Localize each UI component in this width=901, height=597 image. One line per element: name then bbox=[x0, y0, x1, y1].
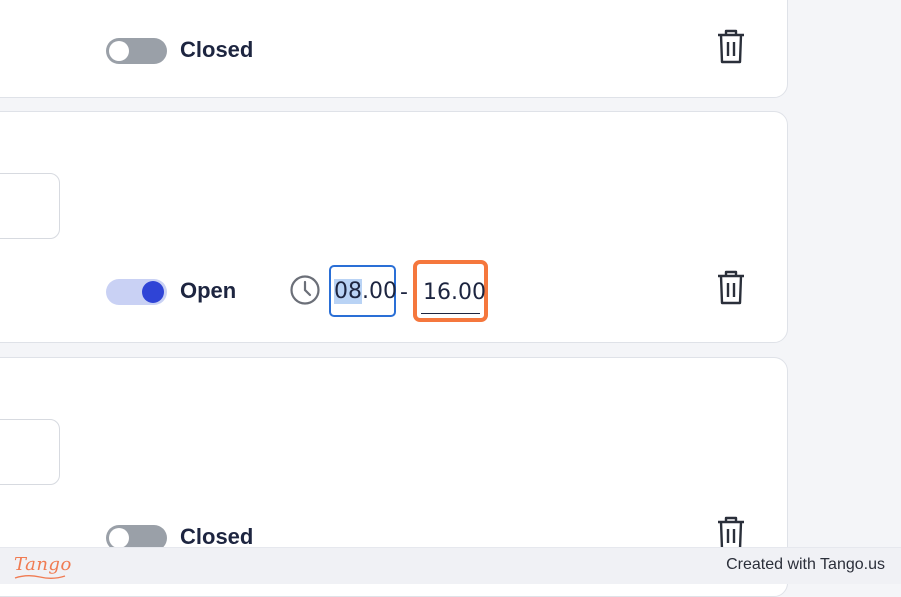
status-label: Open bbox=[180, 278, 237, 303]
clock-icon bbox=[290, 275, 320, 305]
input-underline bbox=[421, 313, 480, 314]
trash-icon[interactable] bbox=[715, 29, 747, 65]
open-closed-toggle[interactable] bbox=[106, 38, 167, 64]
end-time-input[interactable]: 16.00 bbox=[413, 260, 488, 322]
start-hour-selection: 08 bbox=[334, 279, 362, 304]
start-minutes: .00 bbox=[362, 279, 397, 304]
day-name-field[interactable] bbox=[0, 173, 60, 239]
trash-icon[interactable] bbox=[715, 270, 747, 306]
start-time-input[interactable]: 08.00 bbox=[329, 265, 397, 317]
brand-underline-icon bbox=[14, 575, 66, 579]
time-separator: - bbox=[400, 280, 408, 305]
toggle-knob bbox=[142, 281, 164, 303]
open-closed-toggle[interactable] bbox=[106, 279, 167, 305]
footer-bar: Tango Created with Tango.us bbox=[0, 547, 901, 584]
end-time-value: 16.00 bbox=[423, 280, 486, 305]
created-with-credit[interactable]: Created with Tango.us bbox=[726, 556, 885, 574]
brand-logo: Tango bbox=[14, 554, 72, 575]
status-label: Closed bbox=[180, 37, 254, 62]
toggle-knob bbox=[109, 528, 129, 548]
toggle-knob bbox=[109, 41, 129, 61]
day-name-field[interactable] bbox=[0, 419, 60, 485]
